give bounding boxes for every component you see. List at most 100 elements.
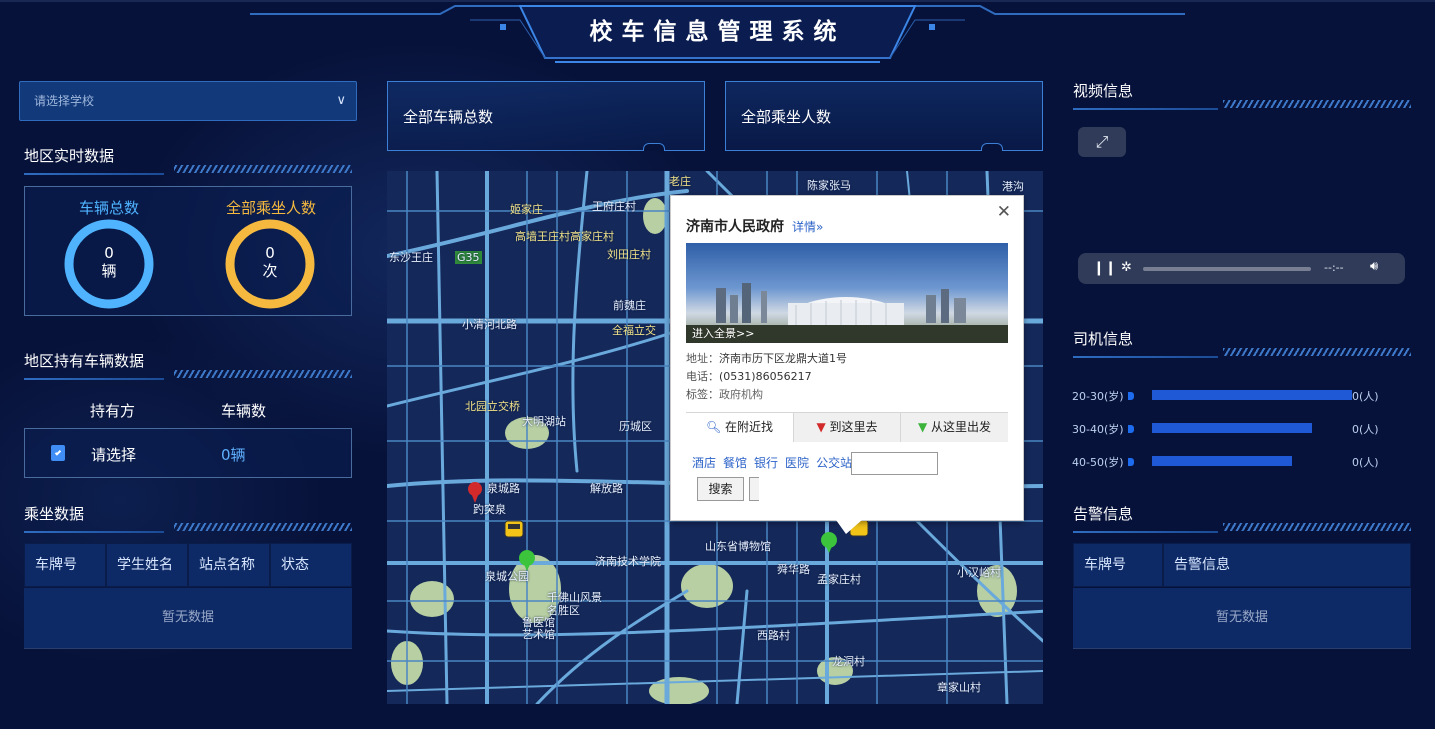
link-restaurant[interactable]: 餐馆 bbox=[723, 456, 747, 470]
driver-age-bar bbox=[1152, 423, 1312, 433]
map-label: 港沟 bbox=[1002, 180, 1024, 193]
fullscreen-icon[interactable]: ⤢ bbox=[1078, 127, 1126, 157]
driver-title: 司机信息 bbox=[1073, 328, 1411, 358]
map-label: 小汉峪村 bbox=[957, 566, 1001, 579]
ride-data-heading: 乘坐数据 bbox=[24, 505, 85, 523]
bar-marker bbox=[1128, 392, 1134, 400]
school-select[interactable]: 请选择学校 ∨ bbox=[19, 81, 357, 121]
link-bank[interactable]: 银行 bbox=[754, 456, 778, 470]
poi-address: 地址：济南市历下区龙鼎大道1号 bbox=[686, 350, 847, 366]
card-notch bbox=[643, 143, 665, 151]
loading-icon: ✲ bbox=[1121, 260, 1132, 275]
driver-count-value: 0(人) bbox=[1352, 456, 1379, 469]
map-label: 舜华路 bbox=[777, 563, 810, 576]
map-label: G35 bbox=[455, 251, 482, 264]
address-value: 济南市历下区龙鼎大道1号 bbox=[719, 352, 847, 365]
title-underline bbox=[1073, 356, 1218, 358]
pin-red-icon: ▼ bbox=[816, 420, 826, 434]
map-label: 龙洞村 bbox=[832, 655, 865, 668]
alarm-title: 告警信息 bbox=[1073, 503, 1411, 533]
region-stats-box: 车辆总数 0 辆 全部乘坐人数 0 次 bbox=[24, 186, 352, 316]
video-progress-track[interactable] bbox=[1143, 267, 1311, 271]
poi-phone: 电话：(0531)86056217 bbox=[686, 368, 812, 384]
secondary-button[interactable] bbox=[749, 477, 759, 501]
phone-key: 电话： bbox=[686, 370, 719, 383]
owner-row[interactable]: 请选择 0辆 bbox=[24, 428, 352, 478]
ride-col-plate: 车牌号 bbox=[24, 543, 106, 587]
alarm-col-message: 告警信息 bbox=[1163, 543, 1411, 587]
tab-nearby[interactable]: 🔍︎ 在附近找 bbox=[686, 413, 793, 442]
tag-value: 政府机构 bbox=[719, 388, 763, 401]
driver-heading: 司机信息 bbox=[1073, 330, 1134, 348]
region-realtime-title: 地区实时数据 bbox=[24, 145, 352, 175]
map-label: 孟家庄村 bbox=[817, 573, 861, 586]
title-hatch bbox=[174, 523, 352, 531]
map-label: 大明湖站 bbox=[522, 415, 566, 428]
map-label: 姬家庄 bbox=[510, 203, 543, 216]
search-button[interactable]: 搜索 bbox=[697, 477, 744, 501]
tab-go-here[interactable]: ▼ 到这里去 bbox=[793, 413, 900, 442]
map-label: 济南技术学院 bbox=[595, 555, 661, 568]
alarm-heading: 告警信息 bbox=[1073, 505, 1134, 523]
riders-total-value: 0 bbox=[265, 244, 275, 262]
map-info-window: ✕ 济南市人民政府 详情» 进入全景>> 地址：济南市历下区龙鼎大道1号 电话：… bbox=[670, 195, 1024, 534]
ride-col-student: 学生姓名 bbox=[106, 543, 188, 587]
map-label: 趵突泉 bbox=[473, 503, 506, 516]
title-underline bbox=[24, 173, 164, 175]
driver-range-label: 30-40(岁) bbox=[1072, 423, 1124, 436]
tab-start-here-label: 从这里出发 bbox=[931, 420, 992, 434]
map-label: 高墙王庄村高家庄村 bbox=[515, 230, 614, 243]
header: 校车信息管理系统 bbox=[0, 0, 1435, 68]
title-underline bbox=[1073, 108, 1218, 110]
panorama-photo[interactable]: 进入全景>> bbox=[686, 243, 1008, 343]
video-time: --:-- bbox=[1324, 261, 1344, 274]
poi-tag: 标签：政府机构 bbox=[686, 386, 763, 402]
region-realtime-heading: 地区实时数据 bbox=[24, 147, 115, 165]
ride-col-status: 状态 bbox=[270, 543, 352, 587]
close-icon[interactable]: ✕ bbox=[997, 202, 1011, 222]
ride-empty: 暂无数据 bbox=[24, 588, 352, 648]
tab-nearby-label: 在附近找 bbox=[725, 420, 774, 434]
address-key: 地址： bbox=[686, 352, 719, 365]
riders-total-label: 全部乘坐人数 bbox=[225, 199, 316, 217]
map-label: 泉城路 bbox=[487, 482, 520, 495]
volume-icon[interactable]: 🔊︎ bbox=[1370, 259, 1378, 274]
title-hatch bbox=[1223, 348, 1411, 356]
region-vehicles-heading: 地区持有车辆数据 bbox=[24, 352, 145, 370]
alarm-empty: 暂无数据 bbox=[1073, 588, 1411, 648]
map-label: 东沙王庄 bbox=[389, 251, 433, 264]
tab-go-here-label: 到这里去 bbox=[829, 420, 878, 434]
map-label: 北园立交桥 bbox=[465, 400, 520, 413]
video-controls: ❙❙ ✲ --:-- 🔊︎ bbox=[1078, 253, 1405, 284]
link-bus-stop[interactable]: 公交站 bbox=[816, 456, 852, 470]
ride-col-station: 站点名称 bbox=[188, 543, 270, 587]
owner-value: 请选择 bbox=[91, 446, 137, 464]
title-underline bbox=[1073, 531, 1218, 533]
pause-icon[interactable]: ❙❙ bbox=[1093, 260, 1116, 276]
total-riders-card: 全部乘坐人数 bbox=[725, 81, 1043, 151]
nearby-search-input[interactable] bbox=[851, 452, 938, 475]
poi-detail-link[interactable]: 详情» bbox=[792, 218, 823, 235]
divider bbox=[1073, 648, 1411, 649]
map-label: 历城区 bbox=[619, 420, 652, 433]
link-hospital[interactable]: 医院 bbox=[785, 456, 809, 470]
vehicles-total-unit: 辆 bbox=[101, 262, 117, 280]
total-vehicles-card: 全部车辆总数 bbox=[387, 81, 705, 151]
vehicle-count-value: 0辆 bbox=[221, 446, 246, 464]
video-title: 视频信息 bbox=[1073, 80, 1411, 110]
divider bbox=[24, 648, 352, 649]
video-heading: 视频信息 bbox=[1073, 82, 1134, 100]
region-vehicles-title: 地区持有车辆数据 bbox=[24, 350, 352, 380]
title-underline bbox=[24, 531, 164, 533]
map-label: 艺术馆 bbox=[522, 628, 555, 641]
tab-start-here[interactable]: ▼ 从这里出发 bbox=[900, 413, 1008, 442]
link-hotel[interactable]: 酒店 bbox=[692, 456, 716, 470]
total-riders-label: 全部乘坐人数 bbox=[741, 108, 832, 126]
tag-key: 标签： bbox=[686, 388, 719, 401]
title-hatch bbox=[1223, 100, 1411, 108]
map-label: 解放路 bbox=[590, 482, 623, 495]
category-links: 酒店 餐馆 银行 医院 公交站 bbox=[692, 454, 859, 471]
chevron-down-icon: ∨ bbox=[336, 93, 346, 108]
total-vehicles-label: 全部车辆总数 bbox=[403, 108, 494, 126]
riders-total-unit: 次 bbox=[262, 262, 278, 280]
